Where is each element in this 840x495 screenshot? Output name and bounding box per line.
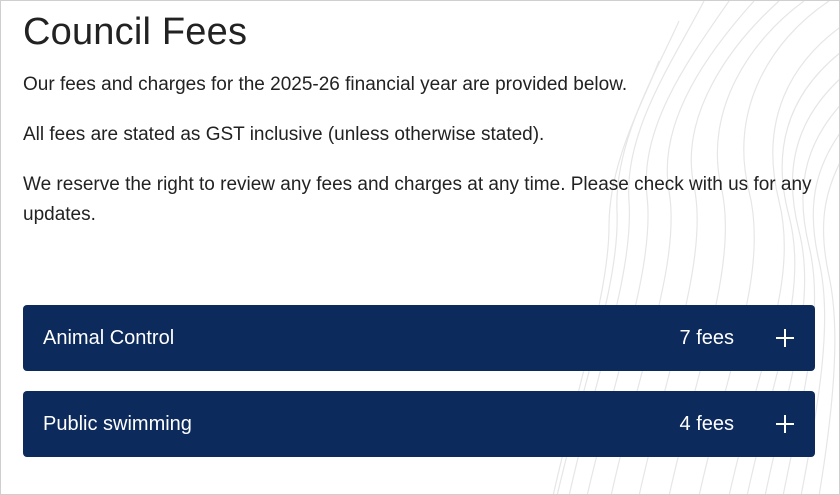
gst-paragraph: All fees are stated as GST inclusive (un… <box>23 124 545 145</box>
page-frame: Council Fees Our fees and charges for th… <box>0 0 840 495</box>
review-paragraph: We reserve the right to review any fees … <box>23 174 812 225</box>
accordion-animal-control[interactable]: Animal Control 7 fees <box>23 305 815 371</box>
plus-icon[interactable] <box>774 413 796 435</box>
intro-paragraph: Our fees and charges for the 2025-26 fin… <box>23 74 628 95</box>
fee-count: 7 fees <box>679 327 734 349</box>
accordion-title: Public swimming <box>43 413 192 435</box>
accordion-public-swimming[interactable]: Public swimming 4 fees <box>23 391 815 457</box>
fee-count: 4 fees <box>679 413 734 435</box>
plus-icon[interactable] <box>774 327 796 349</box>
page-title: Council Fees <box>23 11 248 53</box>
main-content: Council Fees Our fees and charges for th… <box>23 9 815 230</box>
accordion-title: Animal Control <box>43 327 175 349</box>
